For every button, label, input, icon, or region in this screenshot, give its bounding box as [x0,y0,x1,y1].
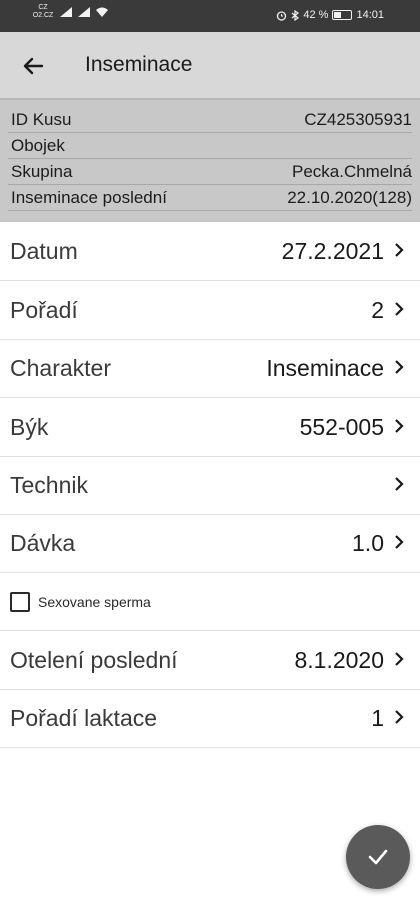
info-key: ID Kusu [11,110,72,129]
status-right: 42 % 14:01 [276,9,384,21]
info-key: Inseminace poslední [11,188,167,207]
chevron-right-icon [395,360,404,374]
byk-value: 552-005 [299,414,384,440]
info-value: Pecka.Chmelná [291,162,412,181]
info-key: Obojek [11,136,65,155]
sexovane-row: Sexovane sperma [0,572,420,631]
oteleni-row[interactable]: Otelení poslední 8.1.2020 [0,631,420,690]
davka-value: 1.0 [352,530,384,556]
info-row-inseminace: Inseminace poslední 22.10.2020(128) [8,185,412,211]
oteleni-value: 8.1.2020 [294,647,384,673]
info-row-skupina: Skupina Pecka.Chmelná [8,159,412,185]
clock: 14:01 [356,9,384,21]
carrier-top: CZ [38,4,48,11]
chevron-right-icon [395,477,404,491]
chevron-right-icon [395,419,404,433]
alarm-icon [277,10,287,21]
arrow-left-icon [23,57,44,75]
laktace-row[interactable]: Pořadí laktace 1 [0,689,420,748]
info-row-id: ID Kusu CZ425305931 [8,107,412,133]
confirm-button[interactable] [346,825,410,889]
charakter-row[interactable]: Charakter Inseminace [0,339,420,398]
wifi-icon [96,7,108,17]
datum-row[interactable]: Datum 27.2.2021 [0,222,420,281]
chevron-right-icon [395,652,404,666]
poradi-row[interactable]: Pořadí 2 [0,281,420,340]
technik-label: Technik [10,472,88,498]
davka-label: Dávka [10,530,76,556]
battery-percent: 42 % [303,9,329,21]
chevron-right-icon [395,302,404,316]
info-key: Skupina [11,162,73,181]
datum-label: Datum [10,238,78,264]
carrier-label: CZ O2.CZ [32,4,54,20]
check-icon [368,849,388,865]
signal-icon [60,7,72,17]
oteleni-label: Otelení poslední [10,647,178,673]
signal-icon-2 [78,7,90,17]
info-value: CZ425305931 [304,110,412,129]
byk-row[interactable]: Býk 552-005 [0,398,420,457]
status-bar: CZ O2.CZ 42 % 14:01 [0,0,420,32]
datum-value: 27.2.2021 [281,238,384,264]
back-button[interactable] [18,51,48,81]
info-value: 22.10.2020(128) [287,188,412,207]
charakter-label: Charakter [10,355,111,381]
battery-icon [332,10,353,20]
info-row-obojek: Obojek [8,133,412,159]
status-left: CZ O2.CZ [32,4,108,20]
animal-info-panel: ID Kusu CZ425305931 Obojek Skupina Pecka… [0,98,420,222]
technik-row[interactable]: Technik [0,456,420,515]
laktace-label: Pořadí laktace [10,705,158,731]
app-bar: Inseminace [0,32,420,98]
chevron-right-icon [395,243,404,257]
poradi-label: Pořadí [10,297,78,323]
bluetooth-icon [292,9,300,21]
sexovane-checkbox[interactable] [10,592,30,612]
charakter-value: Inseminace [266,355,384,381]
page-title: Inseminace [85,53,193,76]
chevron-right-icon [395,710,404,724]
carrier-bottom: O2.CZ [32,12,54,19]
davka-row[interactable]: Dávka 1.0 [0,514,420,573]
byk-label: Býk [10,414,49,440]
laktace-value: 1 [371,705,384,731]
chevron-right-icon [395,535,404,549]
poradi-value: 2 [371,297,384,323]
sexovane-label[interactable]: Sexovane sperma [38,594,151,610]
